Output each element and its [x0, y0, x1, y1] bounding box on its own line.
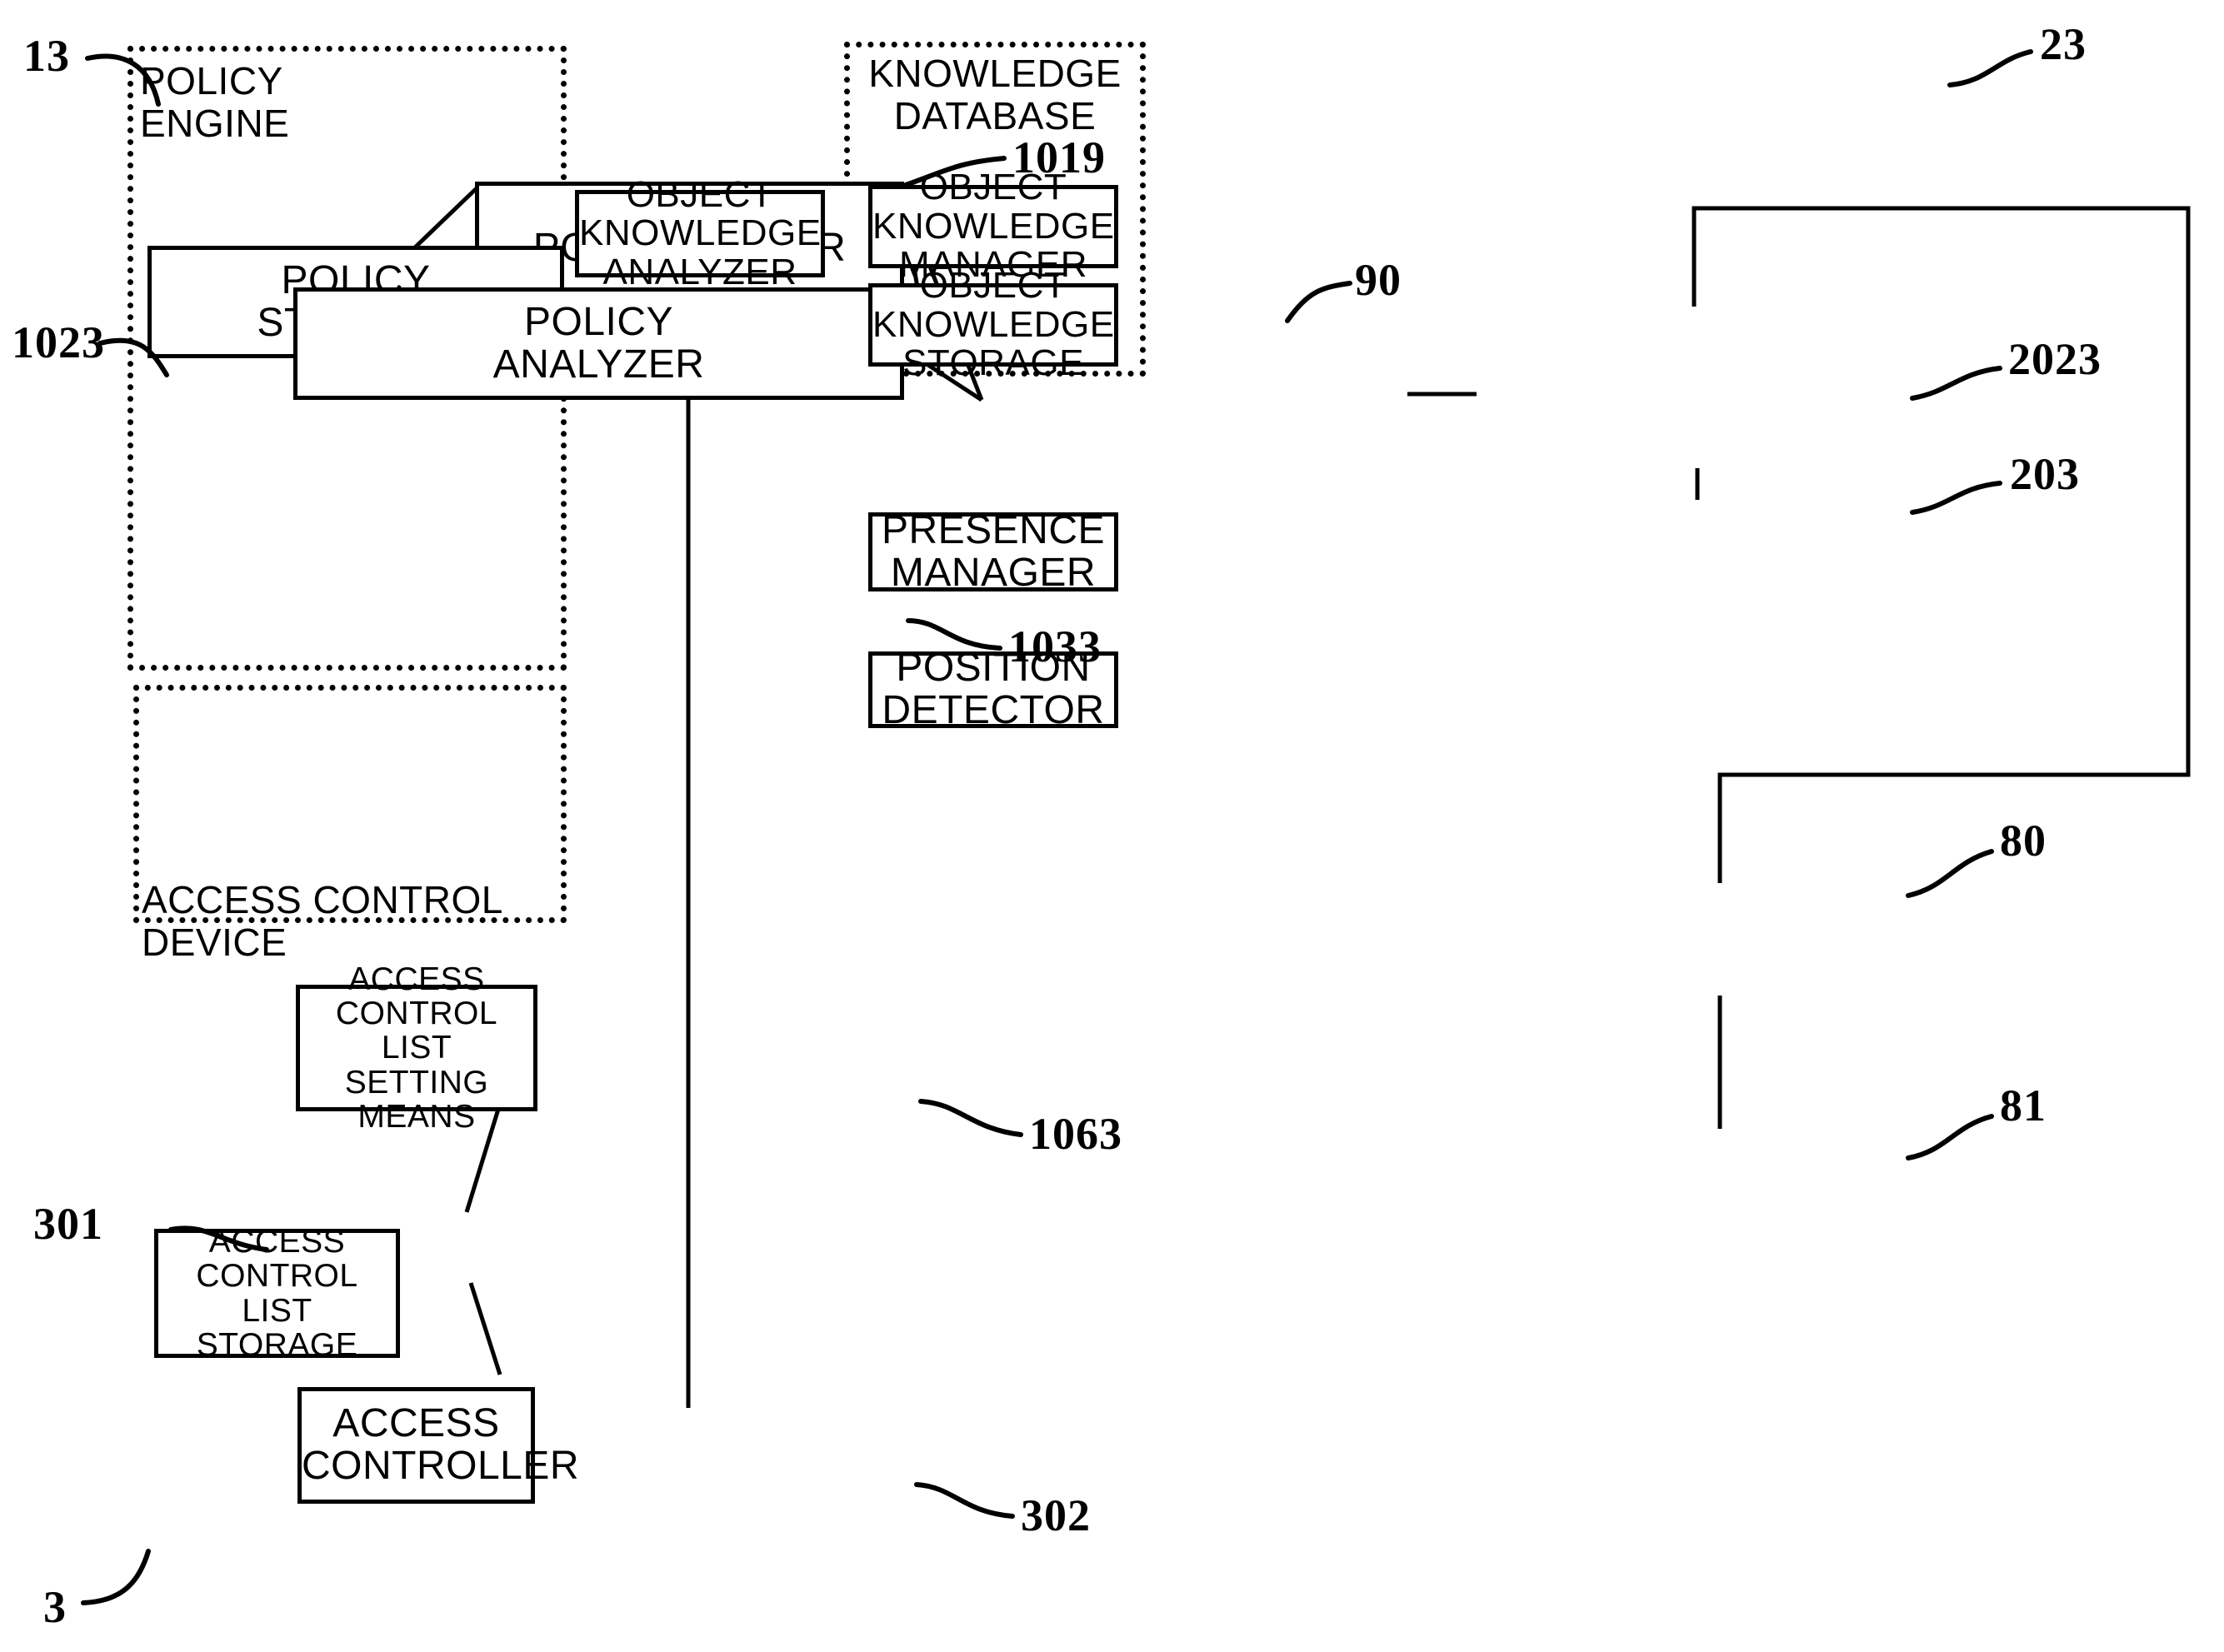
group-title-knowledge-database: KNOWLEDGE DATABASE — [868, 52, 1122, 137]
block-presence-manager-label: PRESENCE MANAGER — [881, 507, 1106, 595]
ref-1063: 1063 — [1029, 1109, 1122, 1159]
ref-80: 80 — [2000, 816, 2047, 866]
ref-301: 301 — [33, 1199, 103, 1249]
leader-203 — [1910, 481, 2002, 515]
leader-1063 — [918, 1099, 1023, 1137]
block-object-knowledge-manager[interactable]: OBJECT KNOWLEDGE MANAGER — [868, 167, 1118, 284]
block-acl-setting-means[interactable]: ACCESS CONTROL LIST SETTING MEANS — [296, 962, 537, 1134]
group-title-policy-engine: POLICY ENGINE — [140, 59, 290, 145]
block-acl-setting-means-label: ACCESS CONTROL LIST SETTING MEANS — [335, 961, 498, 1135]
leader-1033 — [906, 618, 1002, 651]
block-access-controller-label: ACCESS CONTROLLER — [302, 1401, 580, 1488]
ref-1023: 1023 — [12, 317, 105, 367]
block-object-knowledge-storage[interactable]: OBJECT KNOWLEDGE STORAGE — [868, 266, 1118, 382]
ref-1019: 1019 — [1012, 132, 1106, 182]
block-policy-analyzer-label: POLICY ANALYZER — [492, 299, 705, 387]
block-object-knowledge-storage-label: OBJECT KNOWLEDGE STORAGE — [872, 265, 1115, 384]
ref-90: 90 — [1355, 255, 1402, 305]
block-object-knowledge-analyzer-label: OBJECT KNOWLEDGE ANALYZER — [579, 173, 822, 292]
leader-90 — [1285, 281, 1352, 323]
block-policy-analyzer[interactable]: POLICY ANALYZER — [293, 287, 904, 400]
ref-203: 203 — [2010, 449, 2080, 499]
block-acl-storage-label: ACCESS CONTROL LIST STORAGE — [196, 1223, 358, 1363]
block-access-controller[interactable]: ACCESS CONTROLLER — [297, 1387, 580, 1504]
block-object-knowledge-analyzer[interactable]: OBJECT KNOWLEDGE ANALYZER — [575, 175, 825, 292]
leader-81 — [1906, 1114, 1994, 1160]
figure-canvas: POLICY ENGINE ACCESS CONTROL DEVICE KNOW… — [0, 0, 2224, 1652]
leader-302 — [914, 1482, 1015, 1519]
group-title-access-control-device: ACCESS CONTROL DEVICE — [142, 878, 502, 964]
leader-80 — [1906, 849, 1994, 898]
wire-okm-presence-manager — [1692, 206, 2191, 883]
leader-3 — [81, 1549, 151, 1605]
wire-aclstorage-controller — [468, 1282, 502, 1375]
ref-13: 13 — [23, 31, 70, 81]
block-acl-storage[interactable]: ACCESS CONTROL LIST STORAGE — [154, 1225, 400, 1362]
leader-2023 — [1910, 366, 2002, 401]
leader-23 — [1947, 49, 2033, 87]
ref-23: 23 — [2040, 19, 2087, 69]
ref-302: 302 — [1021, 1490, 1091, 1540]
ref-2023: 2023 — [2008, 334, 2102, 384]
ref-81: 81 — [2000, 1081, 2047, 1130]
ref-3: 3 — [43, 1582, 67, 1632]
block-presence-manager[interactable]: PRESENCE MANAGER — [868, 509, 1118, 593]
ref-1033: 1033 — [1008, 621, 1102, 671]
